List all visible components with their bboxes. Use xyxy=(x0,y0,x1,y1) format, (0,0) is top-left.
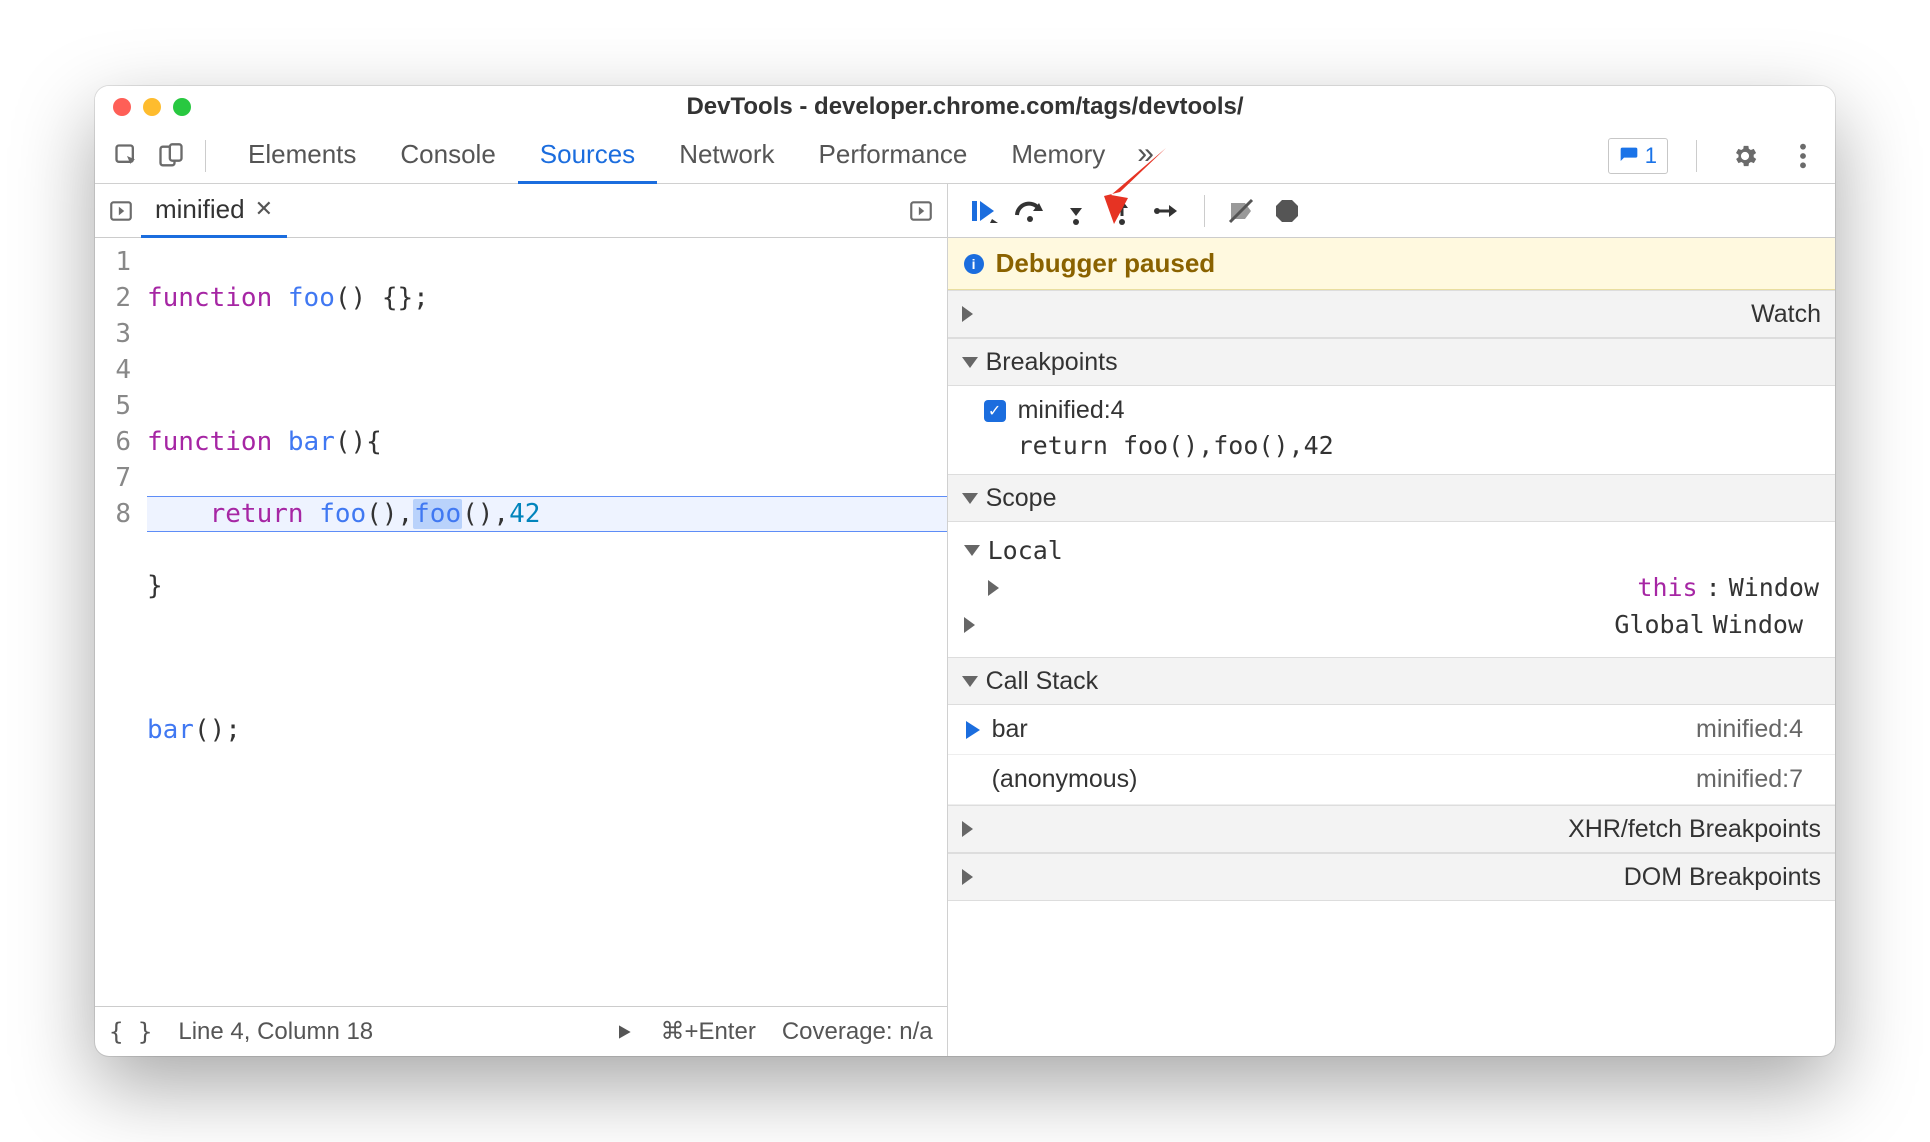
navigator-toggle-icon[interactable] xyxy=(101,191,141,231)
scope-local[interactable]: Local xyxy=(964,532,1819,569)
run-shortcut-hint: ⌘+Enter xyxy=(660,1017,755,1046)
play-icon[interactable] xyxy=(614,1022,634,1042)
chevron-right-icon xyxy=(962,306,1743,322)
chevron-down-icon xyxy=(962,676,978,687)
close-tab-icon[interactable]: ✕ xyxy=(255,196,273,222)
tab-sources[interactable]: Sources xyxy=(518,128,657,184)
callstack-frame[interactable]: bar minified:4 xyxy=(948,705,1835,755)
line-gutter: 1 2 3 4 5 6 7 8 xyxy=(95,238,141,1006)
run-snippet-icon[interactable] xyxy=(901,191,941,231)
pause-on-exceptions-icon[interactable] xyxy=(1265,189,1309,233)
breakpoint-location: minified:4 xyxy=(1018,396,1125,425)
chevron-right-icon xyxy=(988,580,1630,596)
chevron-down-icon xyxy=(964,545,980,556)
main-toolbar: Elements Console Sources Network Perform… xyxy=(95,128,1835,184)
step-icon[interactable] xyxy=(1146,189,1190,233)
breakpoints-body: ✓ minified:4 return foo(),foo(),42 xyxy=(948,386,1835,474)
chevron-right-icon xyxy=(964,617,1607,633)
breakpoints-section-header[interactable]: Breakpoints xyxy=(948,338,1835,386)
chevron-down-icon xyxy=(962,357,978,368)
step-into-icon[interactable] xyxy=(1054,189,1098,233)
callstack-section-header[interactable]: Call Stack xyxy=(948,657,1835,705)
inspect-element-icon[interactable] xyxy=(107,136,147,176)
panel-tabs: Elements Console Sources Network Perform… xyxy=(226,128,1164,184)
code-content: function foo() {}; function bar(){ retur… xyxy=(141,238,947,1006)
file-tab-label: minified xyxy=(155,194,245,225)
step-out-icon[interactable] xyxy=(1100,189,1144,233)
debugger-toolbar xyxy=(948,184,1835,238)
paused-label: Debugger paused xyxy=(996,248,1216,279)
dom-breakpoints-section-header[interactable]: DOM Breakpoints xyxy=(948,853,1835,901)
tabs-overflow-icon[interactable]: » xyxy=(1127,128,1164,184)
breakpoint-code: return foo(),foo(),42 xyxy=(1018,431,1819,460)
step-over-icon[interactable] xyxy=(1008,189,1052,233)
xhr-breakpoints-section-header[interactable]: XHR/fetch Breakpoints xyxy=(948,805,1835,853)
more-menu-icon[interactable] xyxy=(1783,136,1823,176)
pretty-print-icon[interactable]: { } xyxy=(109,1018,152,1046)
info-icon: i xyxy=(964,254,984,274)
file-tab-bar: minified ✕ xyxy=(95,184,947,238)
callstack-body: bar minified:4 (anonymous) minified:7 xyxy=(948,705,1835,805)
watch-section-header[interactable]: Watch xyxy=(948,290,1835,338)
scope-section-header[interactable]: Scope xyxy=(948,474,1835,522)
coverage-label: Coverage: n/a xyxy=(782,1018,933,1046)
tab-network[interactable]: Network xyxy=(657,128,796,184)
code-editor[interactable]: 1 2 3 4 5 6 7 8 function foo() {}; funct… xyxy=(95,238,947,1006)
devtools-window: DevTools - developer.chrome.com/tags/dev… xyxy=(95,86,1835,1056)
deactivate-breakpoints-icon[interactable] xyxy=(1219,189,1263,233)
window-title: DevTools - developer.chrome.com/tags/dev… xyxy=(95,93,1835,121)
tab-console[interactable]: Console xyxy=(378,128,517,184)
scope-this[interactable]: this: Window xyxy=(964,569,1819,606)
scope-global[interactable]: Global Window xyxy=(964,606,1819,643)
tab-memory[interactable]: Memory xyxy=(989,128,1127,184)
issues-count: 1 xyxy=(1645,143,1657,169)
settings-icon[interactable] xyxy=(1725,136,1765,176)
chevron-down-icon xyxy=(962,493,978,504)
chevron-right-icon xyxy=(962,869,1616,885)
device-toggle-icon[interactable] xyxy=(151,136,191,176)
tab-elements[interactable]: Elements xyxy=(226,128,378,184)
main-split: minified ✕ 1 2 3 4 5 6 7 8 xyxy=(95,184,1835,1056)
titlebar: DevTools - developer.chrome.com/tags/dev… xyxy=(95,86,1835,128)
file-tab-minified[interactable]: minified ✕ xyxy=(141,184,287,238)
scope-body: Local this: Window Global Window xyxy=(948,522,1835,657)
chevron-right-icon xyxy=(962,821,1561,837)
editor-statusbar: { } Line 4, Column 18 ⌘+Enter Coverage: … xyxy=(95,1006,947,1056)
paused-token: foo xyxy=(413,499,462,529)
issues-badge[interactable]: 1 xyxy=(1608,138,1668,174)
resume-icon[interactable] xyxy=(962,189,1006,233)
callstack-frame[interactable]: (anonymous) minified:7 xyxy=(948,755,1835,805)
breakpoint-checkbox[interactable]: ✓ xyxy=(984,400,1006,422)
cursor-position: Line 4, Column 18 xyxy=(178,1018,373,1046)
tab-performance[interactable]: Performance xyxy=(797,128,990,184)
breakpoint-row[interactable]: ✓ minified:4 xyxy=(984,396,1819,425)
debugger-paused-banner: i Debugger paused xyxy=(948,238,1835,290)
